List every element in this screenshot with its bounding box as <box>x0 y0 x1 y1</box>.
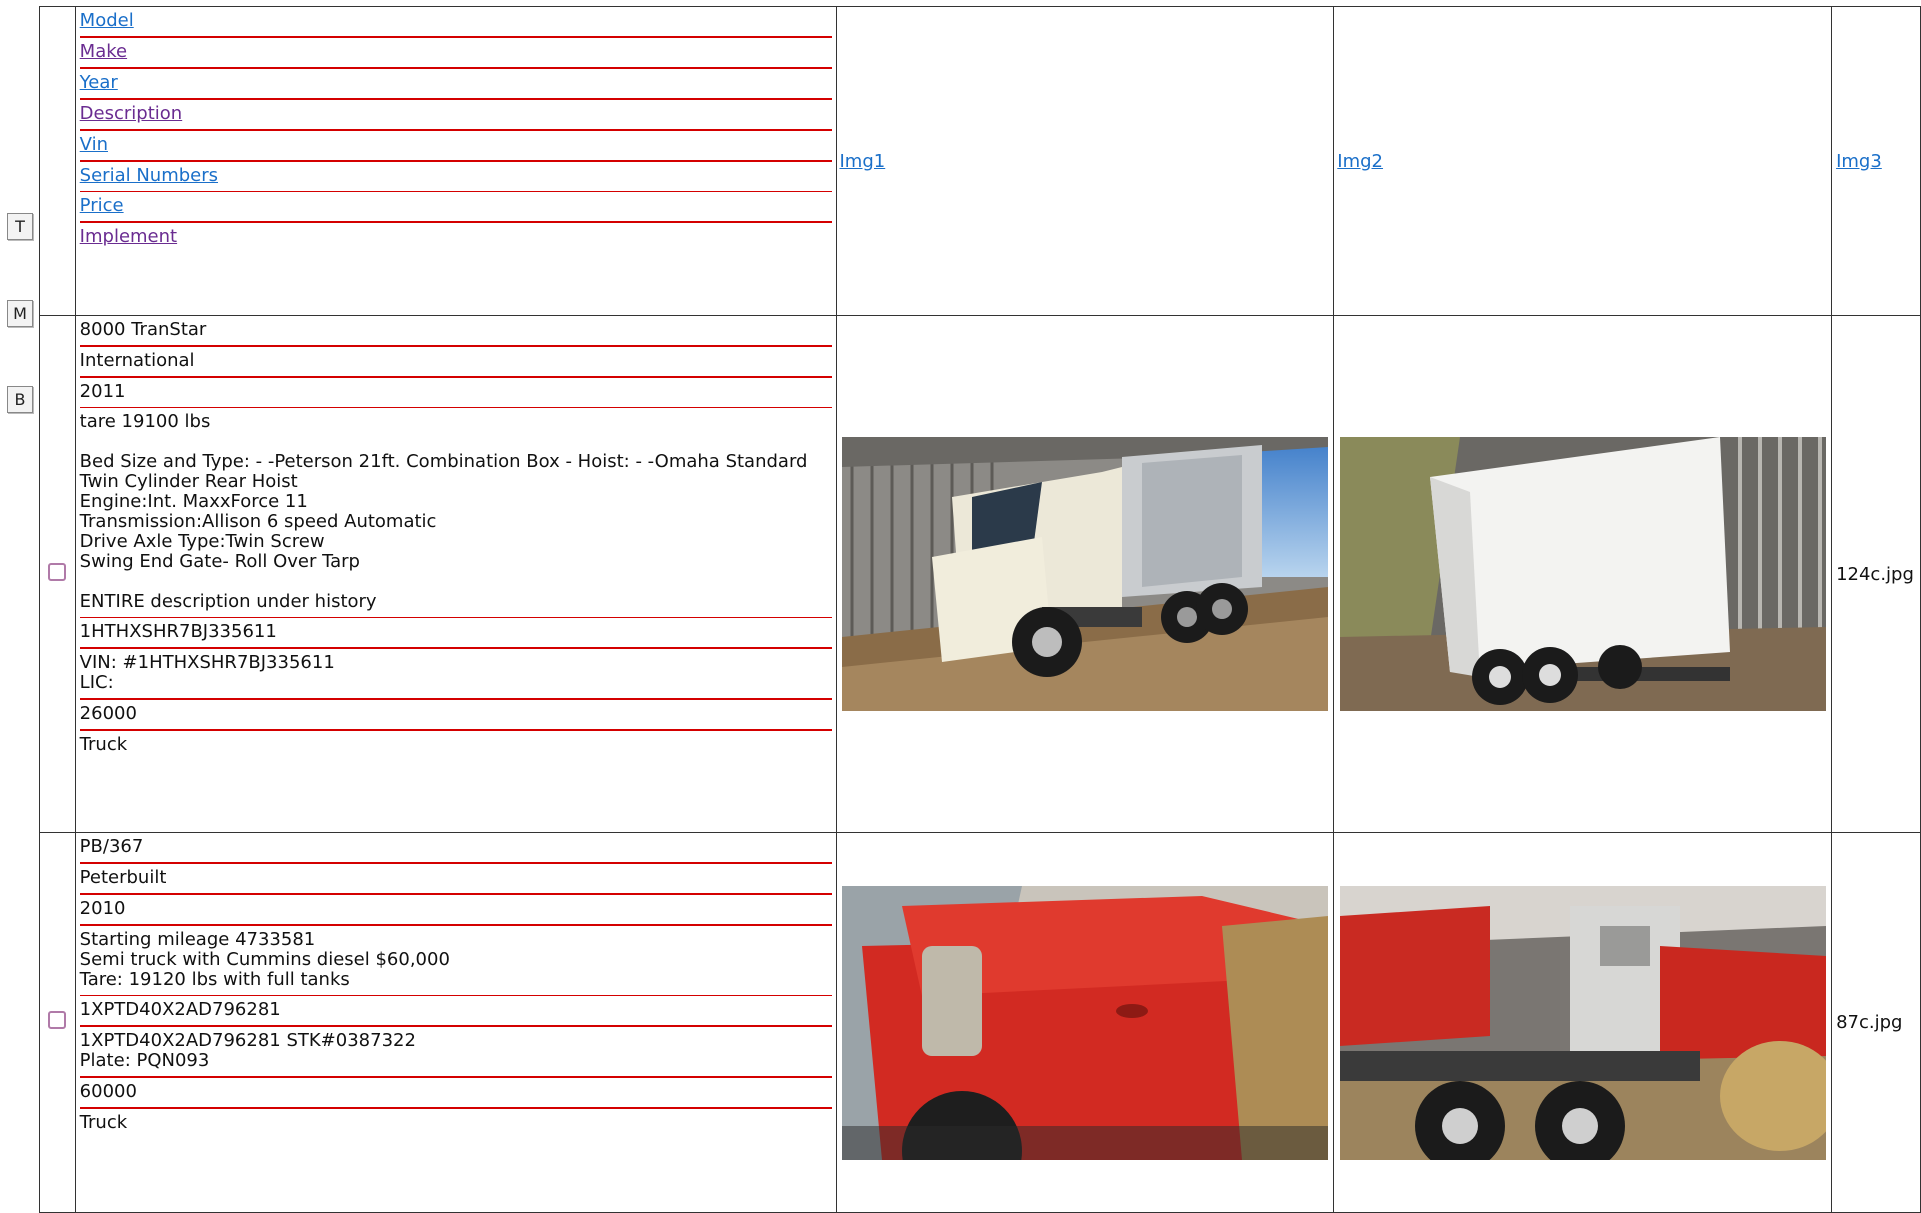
sort-price-link[interactable]: Price <box>80 195 124 216</box>
header-row: Model Make Year Description Vin Serial N… <box>39 6 1921 316</box>
img1-cell <box>835 832 1335 1213</box>
price-value: 60000 <box>79 1078 832 1109</box>
scroll-middle-button[interactable]: M <box>7 300 33 327</box>
header-fields-cell: Model Make Year Description Vin Serial N… <box>74 6 837 316</box>
scroll-top-button[interactable]: T <box>7 213 33 240</box>
row-fields-cell: PB/367 Peterbuilt 2010 Starting mileage … <box>74 832 837 1213</box>
description-value: Starting mileage 4733581 Semi truck with… <box>79 926 832 996</box>
img3-filename: 124c.jpg <box>1831 315 1921 833</box>
sort-description-link[interactable]: Description <box>80 103 183 124</box>
serial-value: 1XPTD40X2AD796281 STK#0387322 Plate: PQN… <box>79 1027 832 1078</box>
model-value: PB/367 <box>79 833 832 864</box>
serial-value: VIN: #1HTHXSHR7BJ335611 LIC: <box>79 649 832 700</box>
white-grain-truck-photo-front[interactable] <box>841 437 1328 711</box>
table-row: PB/367 Peterbuilt 2010 Starting mileage … <box>39 832 1921 1213</box>
description-value: tare 19100 lbs Bed Size and Type: - -Pet… <box>79 408 832 618</box>
row-select-cell <box>39 315 76 833</box>
sort-model-link[interactable]: Model <box>80 10 134 31</box>
sort-make-link[interactable]: Make <box>80 41 127 62</box>
sort-serial-numbers-link[interactable]: Serial Numbers <box>80 165 218 186</box>
make-value: Peterbuilt <box>79 864 832 895</box>
vin-value: 1XPTD40X2AD796281 <box>79 996 832 1027</box>
scroll-bottom-button[interactable]: B <box>7 386 33 413</box>
header-img1-cell: Img1 <box>835 6 1335 316</box>
implement-value: Truck <box>79 734 128 755</box>
year-value: 2011 <box>79 378 832 408</box>
implement-value: Truck <box>79 1112 128 1133</box>
red-semi-truck-photo-rear[interactable] <box>1339 885 1826 1160</box>
img2-cell <box>1333 315 1833 833</box>
table-row: 8000 TranStar International 2011 tare 19… <box>39 315 1921 833</box>
sort-img3-link[interactable]: Img3 <box>1836 151 1882 172</box>
header-img2-cell: Img2 <box>1333 6 1833 316</box>
row-fields-cell: 8000 TranStar International 2011 tare 19… <box>74 315 837 833</box>
sort-implement-link[interactable]: Implement <box>80 226 177 247</box>
header-select-cell <box>39 6 76 316</box>
price-value: 26000 <box>79 700 832 731</box>
sort-year-link[interactable]: Year <box>80 72 118 93</box>
year-value: 2010 <box>79 895 832 926</box>
red-semi-truck-photo-closeup[interactable] <box>841 885 1328 1160</box>
sort-vin-link[interactable]: Vin <box>80 134 108 155</box>
make-value: International <box>79 347 832 378</box>
sort-img2-link[interactable]: Img2 <box>1337 151 1383 172</box>
row-checkbox[interactable] <box>48 562 67 581</box>
img2-cell <box>1333 832 1833 1213</box>
model-value: 8000 TranStar <box>79 316 832 347</box>
sort-img1-link[interactable]: Img1 <box>840 151 886 172</box>
white-grain-truck-photo-rear[interactable] <box>1339 437 1826 711</box>
header-img3-cell: Img3 <box>1831 6 1921 316</box>
row-checkbox[interactable] <box>48 1011 67 1029</box>
inventory-table: Model Make Year Description Vin Serial N… <box>39 6 1921 1213</box>
img1-cell <box>835 315 1335 833</box>
row-select-cell <box>39 832 76 1213</box>
vin-value: 1HTHXSHR7BJ335611 <box>79 618 832 649</box>
img3-filename: 87c.jpg <box>1831 832 1921 1213</box>
